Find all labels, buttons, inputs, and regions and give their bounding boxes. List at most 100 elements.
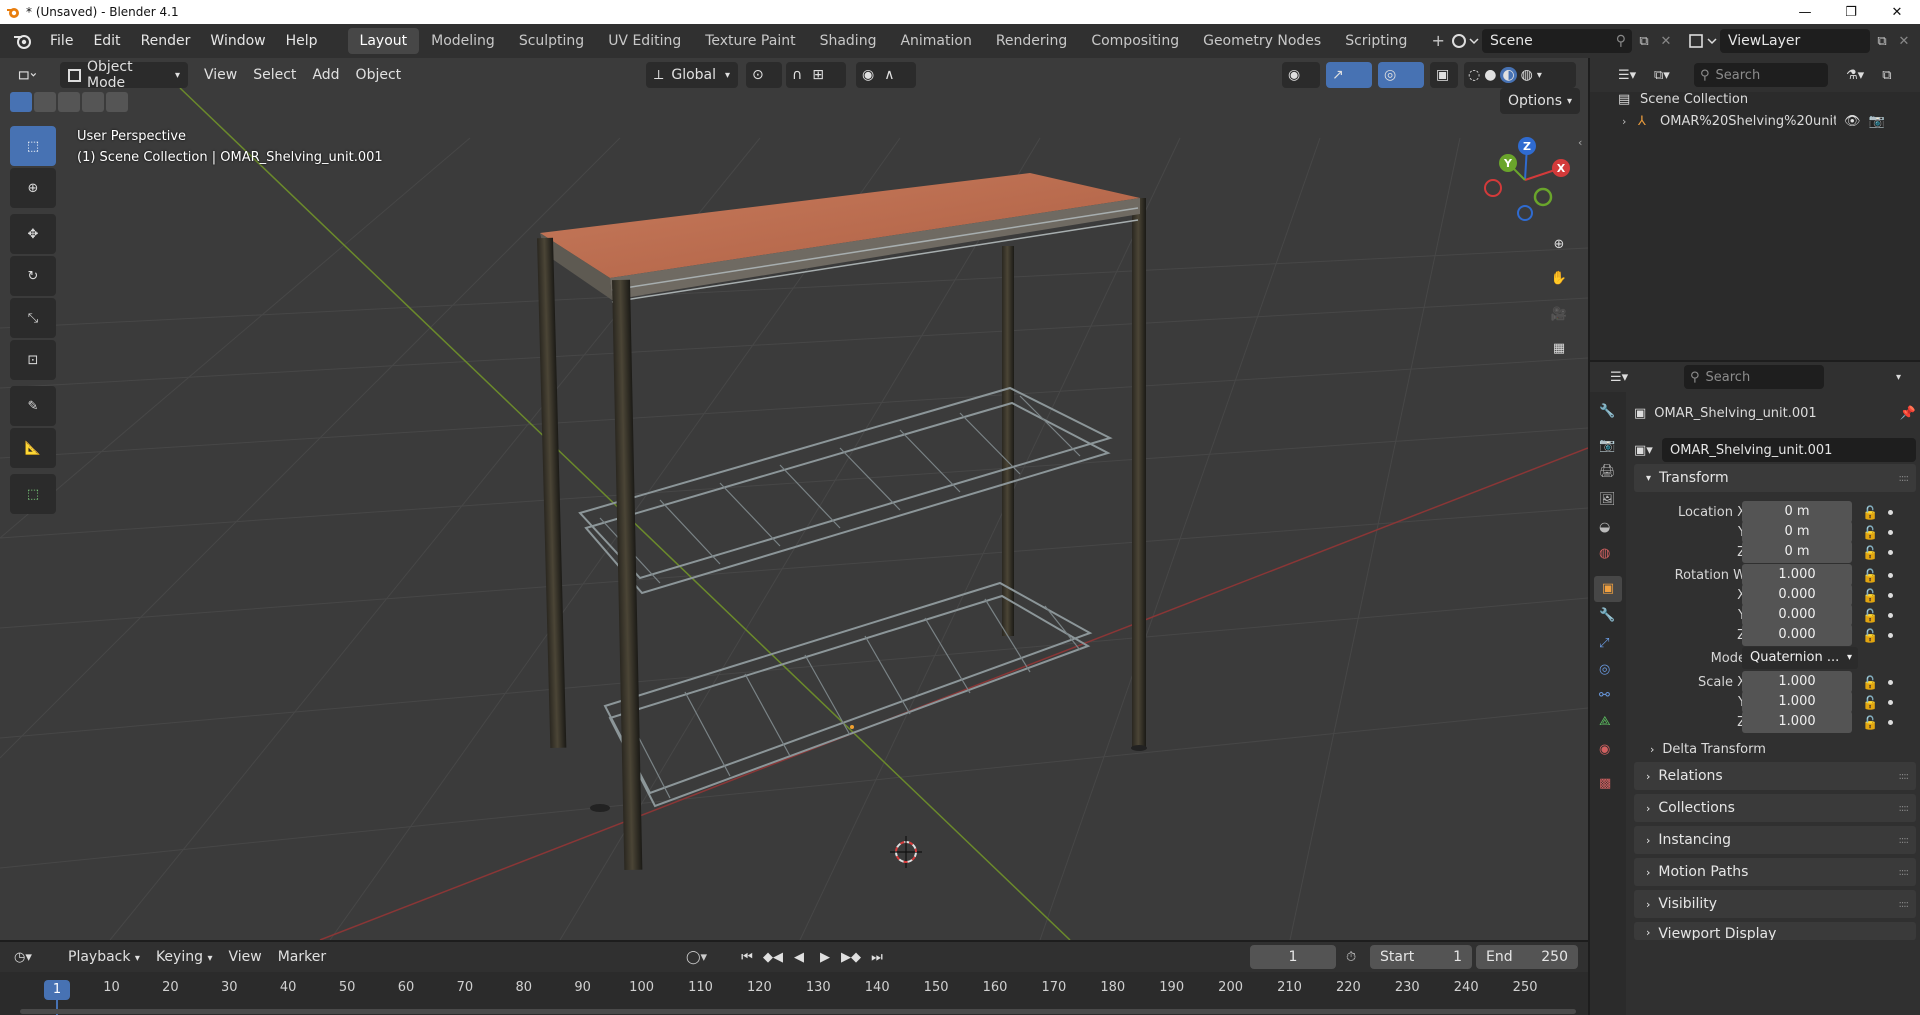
3d-viewport[interactable]: Object Mode ▾ View Select Add Object ⟂ G… (0, 58, 1588, 940)
menu-window[interactable]: Window (200, 28, 275, 54)
scene-selector[interactable]: Scene ⚲ (1482, 29, 1632, 53)
tab-modeling[interactable]: Modeling (419, 28, 507, 54)
snap-toggle[interactable]: ∩ ⊞ (786, 62, 846, 88)
properties-search-input[interactable]: ⚲ Search (1684, 365, 1824, 389)
drag-handle-icon[interactable]: :::: (1899, 835, 1910, 846)
lock-icon[interactable]: 🔓 (1862, 589, 1878, 604)
tab-sculpting[interactable]: Sculpting (507, 28, 596, 54)
tab-texture-icon[interactable]: ▩ (1599, 776, 1611, 791)
menu-edit[interactable]: Edit (83, 28, 130, 54)
keyframe-dot-icon[interactable] (1888, 679, 1893, 685)
keyframe-dot-icon[interactable] (1888, 632, 1893, 638)
scene-icon[interactable] (1450, 31, 1480, 51)
select-intersect-icon[interactable] (106, 92, 128, 112)
menu-render[interactable]: Render (131, 28, 201, 54)
annotate-tool[interactable]: ✎ (10, 386, 56, 426)
jump-end-icon[interactable]: ⏭ (866, 950, 888, 965)
xray-toggle[interactable]: ▣ (1430, 62, 1458, 88)
viewport-menu-select[interactable]: Select (245, 62, 304, 88)
tab-render-icon[interactable]: 📷 (1599, 438, 1615, 453)
lock-icon[interactable]: 🔓 (1862, 676, 1878, 691)
outliner-editor-icon[interactable]: ☰▾ (1618, 68, 1654, 83)
lock-icon[interactable]: 🔓 (1862, 696, 1878, 711)
select-invert-icon[interactable] (82, 92, 104, 112)
render-camera-icon[interactable]: 📷 (1869, 114, 1885, 129)
tab-compositing[interactable]: Compositing (1079, 28, 1191, 54)
viewport-menu-view[interactable]: View (196, 62, 245, 88)
solid-shading-icon[interactable]: ● (1484, 67, 1496, 83)
rendered-shading-icon[interactable]: ◍ (1521, 67, 1533, 83)
drag-handle-icon[interactable]: :::: (1899, 899, 1910, 910)
rotation-mode-selector[interactable]: Quaternion ... ▾ (1742, 647, 1858, 669)
timeline-editor-icon[interactable]: ◷▾ (14, 950, 54, 965)
collections-panel-header[interactable]: › Collections :::: (1634, 794, 1916, 822)
view-layer-selector[interactable]: ViewLayer (1720, 29, 1870, 53)
close-button[interactable]: ✕ (1874, 0, 1920, 24)
gizmo-neg-y-icon[interactable] (1533, 187, 1553, 207)
drag-handle-icon[interactable]: :::: (1899, 803, 1910, 814)
new-scene-icon[interactable]: ⧉ (1632, 34, 1656, 49)
jump-start-icon[interactable]: ⏮ (736, 950, 758, 965)
camera-view-button[interactable]: 🎥 (1542, 298, 1576, 330)
tab-scripting[interactable]: Scripting (1333, 28, 1419, 54)
drag-handle-icon[interactable]: :::: (1899, 867, 1910, 878)
transform-tool[interactable]: ⊡ (10, 340, 56, 380)
tab-material-icon[interactable]: ◉ (1599, 742, 1610, 757)
blender-menu-icon[interactable] (12, 31, 34, 51)
lock-icon[interactable]: 🔓 (1862, 716, 1878, 731)
gizmo-neg-z-icon[interactable] (1517, 205, 1533, 221)
drag-handle-icon[interactable]: :::: (1899, 771, 1910, 782)
end-frame-field[interactable]: End 250 (1476, 945, 1578, 969)
object-name-field[interactable]: OMAR_Shelving_unit.001 (1662, 438, 1916, 462)
motion-paths-panel-header[interactable]: › Motion Paths :::: (1634, 858, 1916, 886)
rotation-z-field[interactable]: 0.000 (1742, 624, 1852, 646)
options-dropdown[interactable]: Options ▾ (1500, 88, 1580, 114)
cursor-tool[interactable]: ⊕ (10, 168, 56, 208)
viewport-menu-object[interactable]: Object (348, 62, 410, 88)
delete-scene-icon[interactable]: ✕ (1656, 34, 1676, 49)
pin-icon[interactable]: ⚲ (1616, 33, 1626, 49)
keyframe-dot-icon[interactable] (1888, 572, 1893, 578)
tab-output-icon[interactable]: 🖨 (1599, 464, 1616, 479)
relations-panel-header[interactable]: › Relations :::: (1634, 762, 1916, 790)
add-cube-tool[interactable]: ⬚ (10, 474, 56, 514)
viewport-scene[interactable] (0, 58, 1588, 940)
expand-chevron-icon[interactable]: › (1622, 115, 1638, 128)
keyframe-dot-icon[interactable] (1888, 509, 1893, 515)
overlay-toggle[interactable]: ◎ (1378, 62, 1424, 88)
keyframe-dot-icon[interactable] (1888, 719, 1893, 725)
keyframe-dot-icon[interactable] (1888, 699, 1893, 705)
measure-tool[interactable]: 📐 (10, 428, 56, 468)
keyframe-dot-icon[interactable] (1888, 529, 1893, 535)
select-extend-icon[interactable] (34, 92, 56, 112)
transform-orientation-selector[interactable]: ⟂ Global ▾ (646, 62, 738, 88)
prev-keyframe-icon[interactable]: ◆◀ (762, 950, 784, 965)
lock-icon[interactable]: 🔓 (1862, 609, 1878, 624)
gizmo-toggle[interactable]: ↗ (1326, 62, 1372, 88)
scale-tool[interactable]: ⤡ (10, 298, 56, 338)
gizmo-neg-x-icon[interactable] (1484, 179, 1502, 197)
pivot-selector[interactable]: ⊙ (746, 62, 782, 88)
maximize-button[interactable]: ❐ (1828, 0, 1874, 24)
visibility-panel-header[interactable]: › Visibility :::: (1634, 890, 1916, 918)
tab-layout[interactable]: Layout (347, 28, 420, 54)
next-keyframe-icon[interactable]: ▶◆ (840, 950, 862, 965)
perspective-toggle-button[interactable]: ▦ (1542, 332, 1576, 364)
playhead[interactable]: 1 (44, 980, 70, 1000)
mode-selector[interactable]: Object Mode ▾ (60, 59, 188, 91)
keyframe-dot-icon[interactable] (1888, 549, 1893, 555)
minimize-button[interactable]: — (1782, 0, 1828, 24)
visibility-selector[interactable]: ◉ (1282, 62, 1320, 88)
instancing-panel-header[interactable]: › Instancing :::: (1634, 826, 1916, 854)
visibility-eye-icon[interactable]: 👁 (1844, 114, 1861, 129)
proportional-edit-toggle[interactable]: ◉ ∧ (856, 62, 916, 88)
rotate-tool[interactable]: ↻ (10, 256, 56, 296)
properties-editor-icon[interactable]: ☰▾ (1610, 370, 1644, 385)
delete-view-layer-icon[interactable]: ✕ (1894, 34, 1914, 49)
viewport-menu-add[interactable]: Add (304, 62, 347, 88)
stopwatch-icon[interactable]: ⏱ (1346, 950, 1356, 965)
tab-shading[interactable]: Shading (808, 28, 889, 54)
wireframe-shading-icon[interactable]: ◌ (1468, 67, 1480, 83)
display-mode-icon[interactable]: ⧉▾ (1654, 68, 1690, 83)
outliner-root-row[interactable]: ▤ Scene Collection (1590, 88, 1920, 110)
